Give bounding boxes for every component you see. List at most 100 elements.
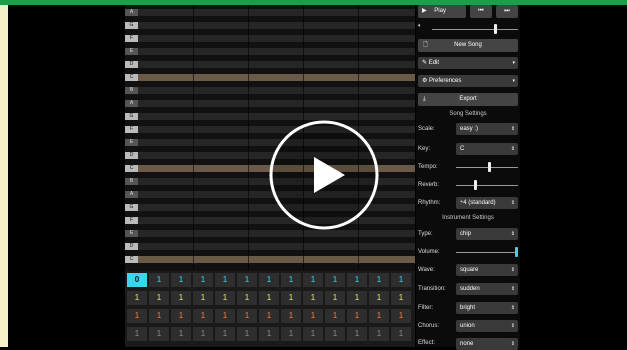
- piano-row[interactable]: [125, 48, 415, 55]
- pattern-cell[interactable]: 1: [303, 273, 323, 287]
- piano-row[interactable]: [125, 74, 415, 81]
- preferences-menu[interactable]: ⚙ Preferences ▾: [418, 75, 518, 87]
- piano-row[interactable]: [125, 22, 415, 29]
- piano-key[interactable]: G: [125, 204, 138, 211]
- pattern-cell[interactable]: 1: [127, 291, 147, 305]
- pattern-cell[interactable]: 1: [215, 327, 235, 341]
- piano-row[interactable]: [125, 256, 415, 263]
- pattern-cell[interactable]: 1: [149, 327, 169, 341]
- pattern-cell[interactable]: 1: [325, 309, 345, 323]
- main-volume-thumb[interactable]: [494, 24, 498, 34]
- piano-key[interactable]: E: [125, 230, 138, 237]
- filter-select[interactable]: bright ⇕: [456, 302, 518, 314]
- pattern-cell[interactable]: 1: [215, 273, 235, 287]
- reverb-thumb[interactable]: [473, 180, 477, 190]
- piano-key[interactable]: C: [125, 256, 138, 263]
- pattern-cell[interactable]: 1: [325, 291, 345, 305]
- pattern-cell[interactable]: 1: [281, 327, 301, 341]
- pattern-cell[interactable]: 1: [193, 273, 213, 287]
- piano-row[interactable]: [125, 35, 415, 42]
- pattern-cell[interactable]: 1: [347, 327, 367, 341]
- pattern-cell[interactable]: 1: [149, 309, 169, 323]
- prev-bar-button[interactable]: ⏮: [470, 5, 492, 18]
- piano-key[interactable]: B: [125, 178, 138, 185]
- piano-key[interactable]: E: [125, 48, 138, 55]
- pattern-cell[interactable]: 1: [127, 309, 147, 323]
- pattern-cell[interactable]: 1: [391, 273, 411, 287]
- pattern-cell[interactable]: 1: [237, 273, 257, 287]
- piano-row[interactable]: [125, 113, 415, 120]
- instrument-volume-track[interactable]: [456, 252, 518, 253]
- piano-key[interactable]: A: [125, 191, 138, 198]
- pattern-cell[interactable]: 1: [237, 291, 257, 305]
- main-volume-track[interactable]: [432, 29, 518, 30]
- pattern-cell[interactable]: 1: [193, 291, 213, 305]
- pattern-cell[interactable]: 0: [127, 273, 147, 287]
- pattern-cell[interactable]: 1: [369, 327, 389, 341]
- rhythm-select[interactable]: ÷4 (standard) ⇕: [456, 197, 518, 209]
- piano-row[interactable]: [125, 87, 415, 94]
- reverb-track[interactable]: [456, 185, 518, 186]
- transition-select[interactable]: sudden ⇕: [456, 283, 518, 295]
- pattern-cell[interactable]: 1: [171, 309, 191, 323]
- pattern-cell[interactable]: 1: [237, 309, 257, 323]
- export-button[interactable]: ⤓ Export: [418, 93, 518, 106]
- pattern-cell[interactable]: 1: [259, 309, 279, 323]
- pattern-cell[interactable]: 1: [171, 291, 191, 305]
- pattern-cell[interactable]: 1: [171, 273, 191, 287]
- new-song-button[interactable]: 🗋 New Song: [418, 39, 518, 52]
- pattern-cell[interactable]: 1: [303, 291, 323, 305]
- pattern-cell[interactable]: 1: [127, 327, 147, 341]
- piano-key[interactable]: C: [125, 165, 138, 172]
- piano-key[interactable]: B: [125, 87, 138, 94]
- pattern-cell[interactable]: 1: [347, 291, 367, 305]
- wave-select[interactable]: square ⇕: [456, 264, 518, 276]
- pattern-grid[interactable]: 0111111111111111111111111111111111111111…: [125, 271, 415, 347]
- pattern-cell[interactable]: 1: [281, 309, 301, 323]
- pattern-cell[interactable]: 1: [281, 273, 301, 287]
- pattern-cell[interactable]: 1: [325, 327, 345, 341]
- tempo-track[interactable]: [456, 167, 518, 168]
- pattern-cell[interactable]: 1: [303, 327, 323, 341]
- play-button[interactable]: ▶ Play: [418, 5, 466, 18]
- piano-key[interactable]: F: [125, 126, 138, 133]
- pattern-cell[interactable]: 1: [347, 273, 367, 287]
- tempo-thumb[interactable]: [488, 162, 492, 172]
- pattern-cell[interactable]: 1: [215, 309, 235, 323]
- chorus-select[interactable]: union ⇕: [456, 320, 518, 332]
- piano-key[interactable]: D: [125, 152, 138, 159]
- type-select[interactable]: chip ⇕: [456, 228, 518, 240]
- pattern-cell[interactable]: 1: [303, 309, 323, 323]
- pattern-cell[interactable]: 1: [171, 327, 191, 341]
- pattern-cell[interactable]: 1: [149, 273, 169, 287]
- pattern-cell[interactable]: 1: [391, 291, 411, 305]
- edit-menu[interactable]: ✎ Edit ▾: [418, 57, 518, 69]
- pattern-cell[interactable]: 1: [193, 309, 213, 323]
- piano-row[interactable]: [125, 230, 415, 237]
- video-play-button[interactable]: [269, 120, 379, 230]
- piano-key[interactable]: G: [125, 113, 138, 120]
- pattern-cell[interactable]: 1: [325, 273, 345, 287]
- piano-key[interactable]: A: [125, 9, 138, 16]
- piano-key[interactable]: F: [125, 35, 138, 42]
- pattern-cell[interactable]: 1: [149, 291, 169, 305]
- pattern-cell[interactable]: 1: [369, 309, 389, 323]
- piano-key[interactable]: F: [125, 217, 138, 224]
- piano-row[interactable]: [125, 9, 415, 16]
- pattern-cell[interactable]: 1: [259, 291, 279, 305]
- piano-key[interactable]: C: [125, 74, 138, 81]
- pattern-cell[interactable]: 1: [281, 291, 301, 305]
- piano-row[interactable]: [125, 243, 415, 250]
- piano-key[interactable]: D: [125, 61, 138, 68]
- pattern-cell[interactable]: 1: [347, 309, 367, 323]
- pattern-cell[interactable]: 1: [193, 327, 213, 341]
- pattern-cell[interactable]: 1: [259, 273, 279, 287]
- piano-row[interactable]: [125, 100, 415, 107]
- piano-row[interactable]: [125, 61, 415, 68]
- pattern-cell[interactable]: 1: [391, 327, 411, 341]
- piano-key[interactable]: G: [125, 22, 138, 29]
- pattern-cell[interactable]: 1: [237, 327, 257, 341]
- piano-key[interactable]: A: [125, 100, 138, 107]
- pattern-cell[interactable]: 1: [369, 273, 389, 287]
- pattern-cell[interactable]: 1: [391, 309, 411, 323]
